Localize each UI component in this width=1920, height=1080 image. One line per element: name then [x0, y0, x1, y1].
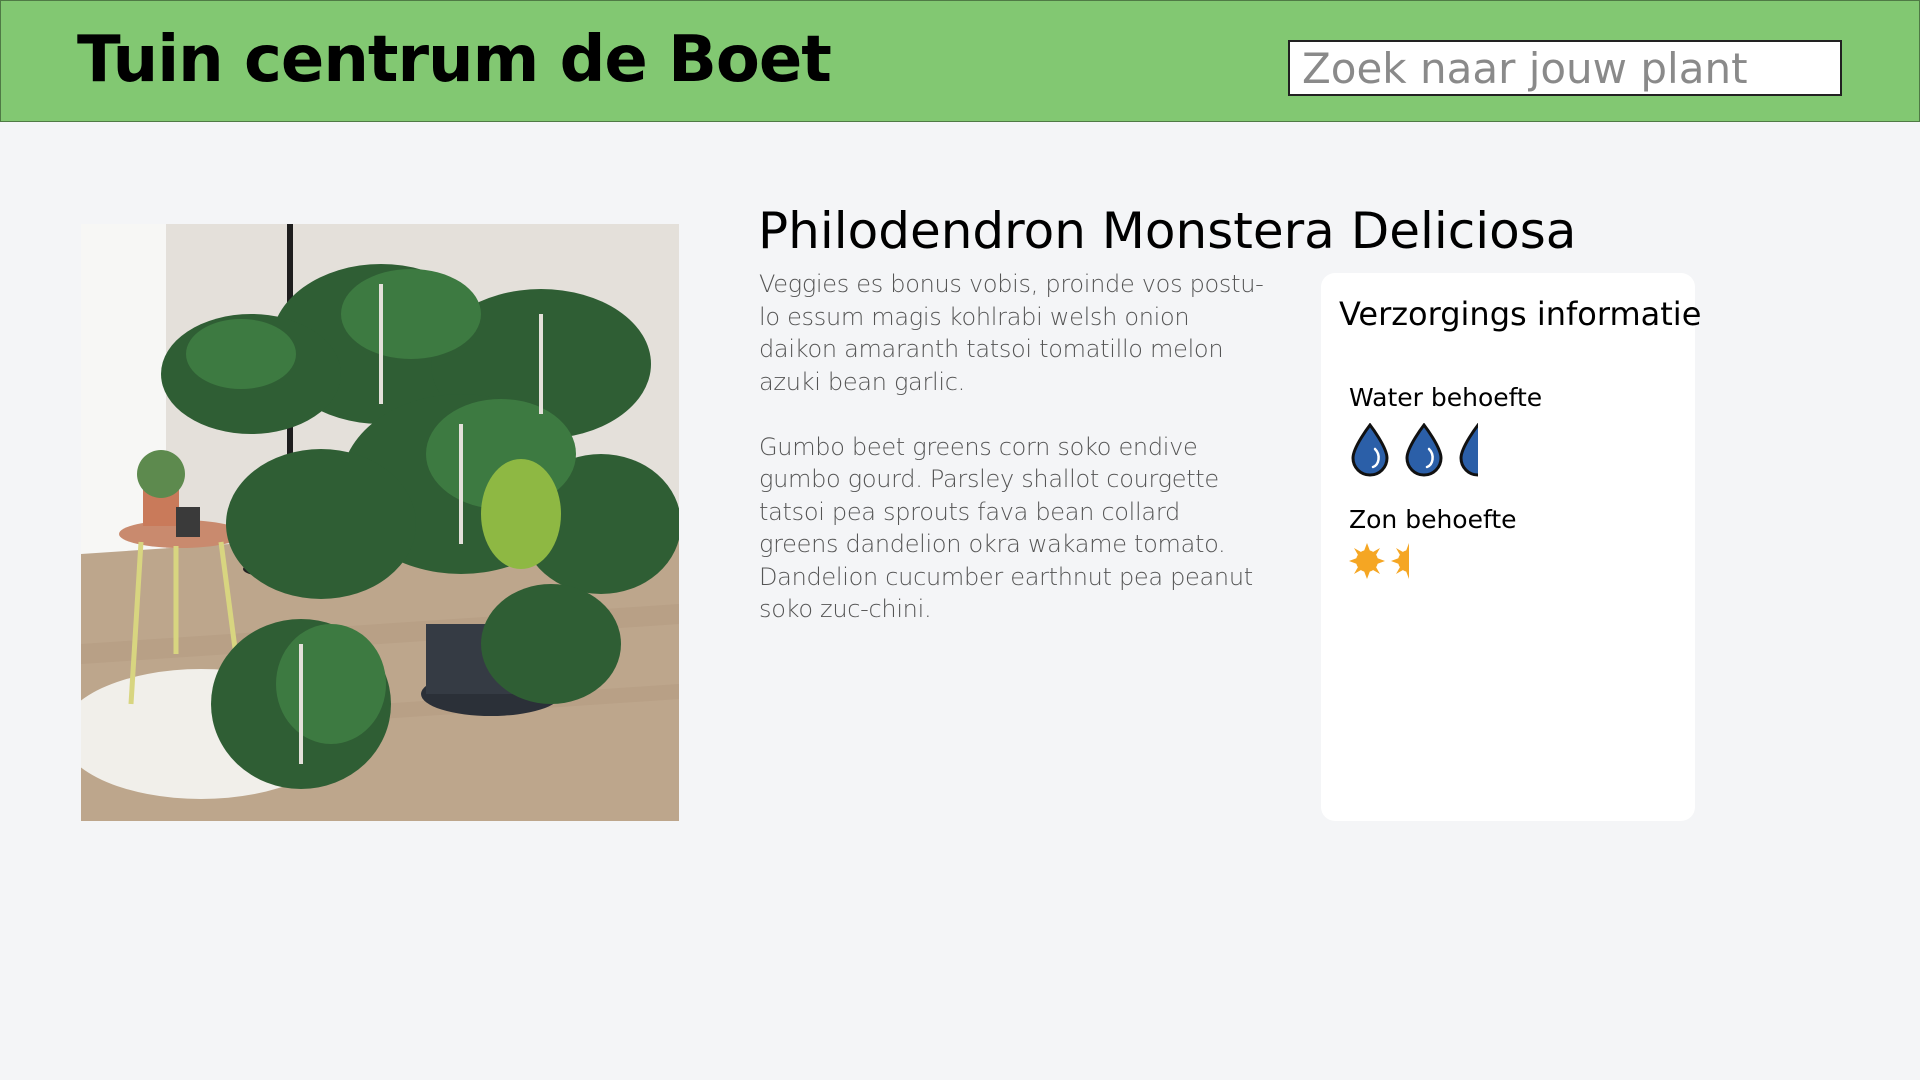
care-info-card: Verzorgings informatie Water behoefte Zo…	[1321, 273, 1701, 821]
sun-icon	[1349, 543, 1385, 579]
water-drop-half-icon	[1459, 423, 1478, 477]
site-title[interactable]: Tuin centrum de Boet	[77, 23, 832, 97]
sun-need-label: Zon behoefte	[1349, 505, 1517, 534]
description-paragraph: Gumbo beet greens corn soko endive gumbo…	[759, 432, 1253, 624]
care-info-title: Verzorgings informatie	[1339, 295, 1702, 333]
plant-photo	[81, 224, 679, 821]
plant-name: Philodendron Monstera Deliciosa	[758, 202, 1577, 260]
water-need-label: Water behoefte	[1349, 383, 1543, 412]
sun-half-icon	[1391, 543, 1409, 579]
water-need-rating	[1349, 423, 1499, 477]
plant-description: Veggies es bonus vobis, proinde vos post…	[759, 268, 1264, 658]
description-paragraph: Veggies es bonus vobis, proinde vos post…	[759, 270, 1264, 396]
water-drop-icon	[1405, 423, 1443, 477]
sun-need-rating	[1349, 543, 1409, 579]
site-header: Tuin centrum de Boet	[0, 0, 1920, 122]
search-input[interactable]	[1288, 40, 1842, 96]
water-drop-icon	[1351, 423, 1389, 477]
